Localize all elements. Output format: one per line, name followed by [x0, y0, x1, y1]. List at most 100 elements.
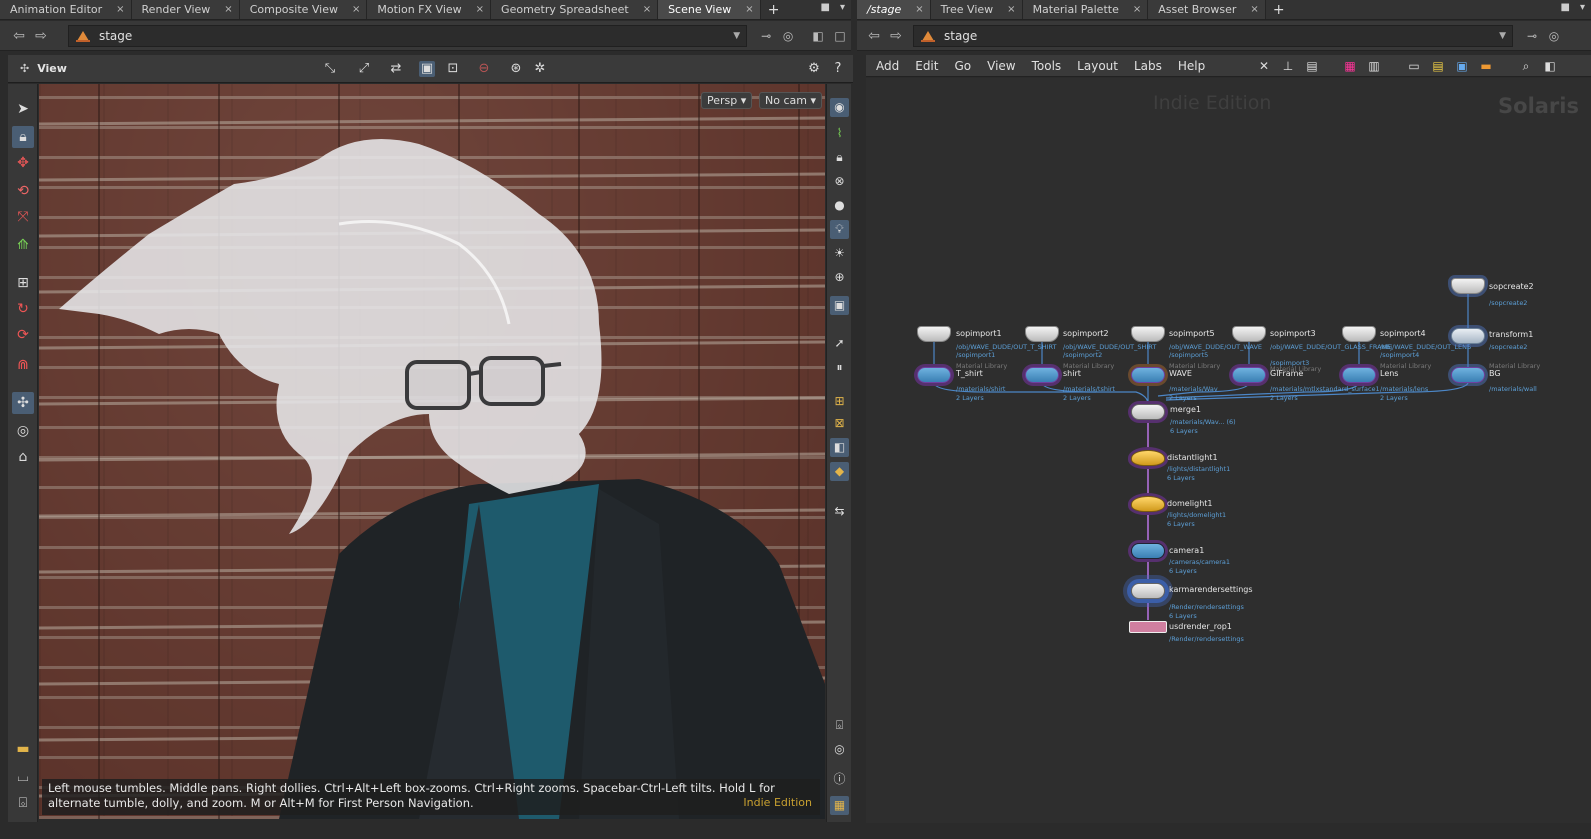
swap-icon[interactable]: ⇄ [388, 61, 404, 77]
brush-icon[interactable]: ⟳ [12, 324, 34, 346]
help-icon[interactable]: ? [830, 61, 846, 77]
maximize-icon[interactable]: ■ [1561, 2, 1570, 13]
list-view-icon[interactable]: ▥ [1366, 58, 1382, 74]
settings-icon[interactable]: ✲ [532, 61, 548, 77]
eye-view-icon[interactable]: ◎ [830, 740, 849, 759]
menu-item-labs[interactable]: Labs [1126, 59, 1170, 73]
network-path-field[interactable]: stage ▼ [913, 24, 1513, 47]
eye-icon[interactable]: ◉ [830, 98, 849, 117]
render-region-icon[interactable]: ⊞ [830, 392, 849, 411]
select-mode-icon[interactable]: ⤡ [322, 61, 338, 77]
light-bulb-icon[interactable]: 💡︎ [830, 220, 849, 239]
headlight-icon[interactable]: ⊕ [830, 268, 849, 287]
view-box-icon[interactable]: ◧ [807, 26, 829, 46]
menu-item-tools[interactable]: Tools [1024, 59, 1070, 73]
wrench-icon[interactable]: ✕ [1256, 58, 1272, 74]
left-tab[interactable]: Animation Editor × [0, 0, 132, 19]
sopimport3-node[interactable] [1232, 326, 1266, 342]
material-library-wave-node[interactable] [1131, 367, 1165, 383]
view-menu-icon[interactable]: ✣ [20, 62, 29, 75]
zoom-icon[interactable]: ⊡ [445, 61, 461, 77]
camera-dropdown[interactable]: No cam ▾ [759, 92, 822, 109]
material-library-tshirt-node[interactable] [917, 367, 951, 383]
link-icon[interactable]: ◎ [1543, 26, 1565, 46]
sopimport1-node[interactable] [917, 326, 951, 342]
material-library-glframe-node[interactable] [1232, 367, 1266, 383]
camera-tool-icon[interactable]: ⌂ [12, 446, 34, 468]
close-icon[interactable]: × [745, 4, 753, 15]
sopimport5-node[interactable] [1131, 326, 1165, 342]
karmarendersettings-node[interactable] [1131, 583, 1165, 599]
transform1-node[interactable] [1451, 328, 1485, 344]
pose-icon[interactable]: ⌇ [830, 124, 849, 143]
close-icon[interactable]: × [476, 4, 484, 15]
persp-dropdown[interactable]: Persp ▾ [701, 92, 753, 109]
chevron-down-icon[interactable]: ▼ [733, 31, 740, 41]
sopcreate2-node[interactable] [1451, 278, 1485, 294]
pause-icon[interactable]: ⏸ [830, 358, 849, 377]
light-icon[interactable]: ☀ [830, 244, 849, 263]
right-tab[interactable]: Material Palette × [1022, 0, 1149, 19]
left-tab[interactable]: Motion FX View × [367, 0, 492, 19]
network-editor[interactable]: Indie Edition Solaris sopimport1 /obj/WA… [866, 78, 1591, 823]
close-icon[interactable]: × [224, 4, 232, 15]
close-icon[interactable]: × [1250, 4, 1258, 15]
usdrender-rop1-node[interactable] [1129, 621, 1167, 633]
maximize-icon[interactable]: ■ [821, 2, 830, 13]
distantlight1-node[interactable] [1131, 450, 1165, 466]
view-menu-label[interactable]: View [37, 62, 67, 75]
pin-icon[interactable]: ⊸ [1521, 26, 1543, 46]
menu-item-help[interactable]: Help [1170, 59, 1213, 73]
menu-item-edit[interactable]: Edit [907, 59, 946, 73]
cancel-icon[interactable]: ⊗ [830, 172, 849, 191]
add-tab-button[interactable]: + [761, 0, 787, 19]
menu-item-view[interactable]: View [979, 59, 1023, 73]
view-tool-icon[interactable]: ✣ [12, 392, 34, 414]
magnet-icon[interactable]: ⋒ [12, 354, 34, 376]
menu-item-add[interactable]: Add [868, 59, 907, 73]
material-library-lens-node[interactable] [1342, 367, 1376, 383]
scene-viewport[interactable]: Persp ▾ No cam ▾ [39, 84, 825, 819]
orbit-icon[interactable]: ◎ [12, 420, 34, 442]
snap-icon[interactable]: ⊠ [830, 414, 849, 433]
camera-icon[interactable]: ▣ [830, 296, 849, 315]
pointer-icon[interactable]: ➚ [830, 334, 849, 353]
info-icon[interactable]: ⓘ [830, 770, 849, 789]
camera-small-icon[interactable]: ⌺ [830, 716, 849, 735]
close-icon[interactable]: × [116, 4, 124, 15]
display-icon[interactable]: ◧ [830, 438, 849, 457]
snapshot-icon[interactable]: ⊛ [508, 61, 524, 77]
back-arrow-icon[interactable]: ⇦ [863, 28, 885, 44]
flipbook-icon[interactable]: ⌴ [12, 766, 34, 788]
layout-icon[interactable]: □ [829, 26, 851, 46]
left-tab[interactable]: Render View × [131, 0, 240, 19]
forward-arrow-icon[interactable]: ⇨ [885, 28, 907, 44]
display-options-icon[interactable]: ▣ [419, 61, 435, 77]
image-icon[interactable]: ▣ [1454, 58, 1470, 74]
menu-item-layout[interactable]: Layout [1069, 59, 1126, 73]
timeline-icon[interactable]: ▬ [12, 738, 34, 760]
domelight1-node[interactable] [1131, 496, 1165, 512]
pane-menu-icon[interactable]: ▾ [840, 2, 845, 13]
left-tab[interactable]: Composite View × [239, 0, 368, 19]
sopimport2-node[interactable] [1025, 326, 1059, 342]
scale-icon[interactable]: ⤧ [12, 206, 34, 228]
close-icon[interactable]: × [1007, 4, 1015, 15]
view-icon[interactable]: ◧ [1542, 58, 1558, 74]
sphere-icon[interactable]: ● [830, 196, 849, 215]
geometry-icon[interactable]: ◆ [830, 462, 849, 481]
secure-select-icon[interactable]: ⤢ [356, 61, 372, 77]
handle-icon[interactable]: ↻ [12, 298, 34, 320]
left-tab[interactable]: Scene View × [658, 0, 761, 19]
search-icon[interactable]: ⌕ [1518, 58, 1534, 74]
lock-icon[interactable]: 🔒︎ [830, 148, 849, 167]
share-icon[interactable]: ⇆ [830, 502, 849, 521]
add-tab-button[interactable]: + [1266, 0, 1292, 19]
tree-icon[interactable]: ⊥ [1280, 58, 1296, 74]
list-icon[interactable]: ▤ [1304, 58, 1320, 74]
close-icon[interactable]: × [643, 4, 651, 15]
record-icon[interactable]: ⊖ [476, 61, 492, 77]
forward-arrow-icon[interactable]: ⇨ [30, 28, 52, 44]
menu-item-go[interactable]: Go [946, 59, 979, 73]
material-library-bg-node[interactable] [1451, 367, 1485, 383]
